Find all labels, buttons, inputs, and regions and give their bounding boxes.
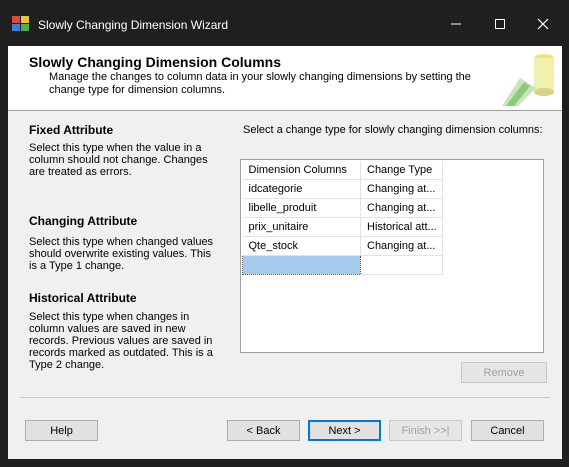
help-button[interactable]: Help [25,420,98,441]
change-type-cell[interactable]: Changing at... [360,179,443,199]
new-row[interactable] [242,255,443,275]
next-button[interactable]: Next > [308,420,381,441]
table-row[interactable]: libelle_produit Changing at... [242,198,443,218]
historical-attribute-text: Select this type when changes in column … [29,311,213,371]
dimension-column-cell[interactable]: Qte_stock [242,236,361,256]
minimize-button[interactable] [433,8,479,40]
page-header: Slowly Changing Dimension Columns Manage… [8,46,562,111]
change-type-grid[interactable]: Dimension Columns Change Type idcategori… [240,159,544,353]
column-header-change-type[interactable]: Change Type [360,161,443,180]
title-bar[interactable]: Slowly Changing Dimension Wizard [0,0,569,46]
table-row[interactable]: Qte_stock Changing at... [242,236,443,256]
change-type-cell[interactable]: Historical att... [360,217,443,237]
grid-header-row: Dimension Columns Change Type [242,161,443,180]
close-icon [537,18,549,30]
fixed-attribute-text: Select this type when the value in a col… [29,142,208,178]
app-icon [12,16,30,32]
minimize-icon [451,23,461,25]
new-row-column-cell[interactable] [242,255,361,275]
column-header-dimension-columns[interactable]: Dimension Columns [242,161,361,180]
historical-attribute-title: Historical Attribute [29,291,137,305]
change-type-cell[interactable]: Changing at... [360,236,443,256]
maximize-button[interactable] [477,8,523,40]
remove-button[interactable]: Remove [461,362,547,383]
change-type-cell[interactable]: Changing at... [360,198,443,218]
dimension-column-cell[interactable]: prix_unitaire [242,217,361,237]
changing-attribute-title: Changing Attribute [29,214,138,228]
fixed-attribute-title: Fixed Attribute [29,123,114,137]
finish-button[interactable]: Finish >>| [389,420,462,441]
window-title: Slowly Changing Dimension Wizard [38,18,229,32]
page-title: Slowly Changing Dimension Columns [29,54,282,70]
page-description: Manage the changes to column data in you… [49,71,471,96]
footer-separator [20,397,550,398]
dimension-column-cell[interactable]: idcategorie [242,179,361,199]
table-row[interactable]: idcategorie Changing at... [242,179,443,199]
maximize-icon [495,19,505,29]
table-row[interactable]: prix_unitaire Historical att... [242,217,443,237]
close-button[interactable] [520,8,566,40]
wizard-window: Slowly Changing Dimension Wizard Slowly … [0,0,569,467]
change-type-table: Dimension Columns Change Type idcategori… [242,161,443,275]
dimension-wizard-icon [502,54,554,106]
back-button[interactable]: < Back [227,420,300,441]
dimension-column-cell[interactable]: libelle_produit [242,198,361,218]
grid-caption: Select a change type for slowly changing… [243,124,543,136]
new-row-type-cell[interactable] [360,255,443,275]
wizard-client-area: Slowly Changing Dimension Columns Manage… [8,46,562,459]
changing-attribute-text: Select this type when changed values sho… [29,236,214,272]
cancel-button[interactable]: Cancel [471,420,544,441]
